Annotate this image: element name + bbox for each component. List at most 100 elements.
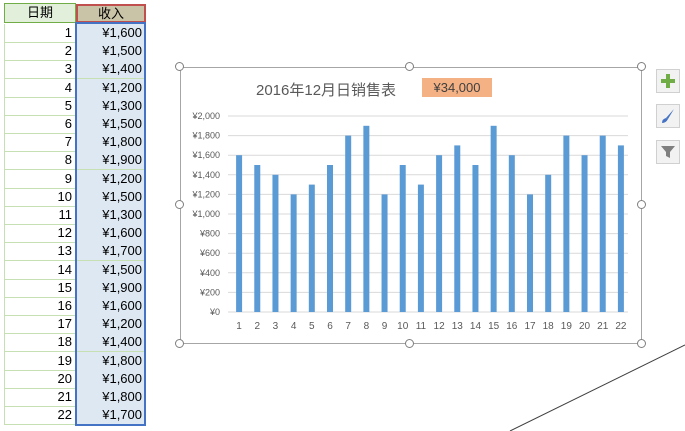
y-tick-label: ¥1,200 [191,189,220,199]
cell-income[interactable]: ¥1,500 [76,115,146,134]
bar[interactable] [399,165,406,312]
cell-income[interactable]: ¥1,900 [76,278,146,298]
resize-handle-left[interactable] [175,200,184,209]
x-tick-label: 10 [397,321,409,332]
brush-icon [662,109,674,123]
cell-day[interactable]: 16 [4,297,76,316]
drawn-line [509,344,685,431]
cell-day[interactable]: 6 [4,115,76,134]
bar[interactable] [599,135,606,312]
resize-handle-bottom-left[interactable] [175,339,184,348]
column-header-day[interactable]: 日期 [4,4,76,23]
cell-day[interactable]: 15 [4,278,76,298]
cell-income[interactable]: ¥1,300 [76,206,146,225]
resize-handle-bottom[interactable] [405,339,414,348]
x-tick-label: 6 [327,321,333,332]
bar[interactable] [472,165,479,312]
x-tick-label: 8 [364,321,370,332]
cell-income[interactable]: ¥1,800 [76,133,146,153]
x-tick-label: 1 [236,321,242,332]
cell-day[interactable]: 14 [4,260,76,280]
x-tick-label: 5 [309,321,315,332]
bar-chart: ¥0 ¥200 ¥400 ¥600 ¥800 ¥1,000 ¥1,200 ¥1,400 ¥1,6… [191,111,628,332]
x-tick-label: 12 [434,321,446,332]
bar[interactable] [527,194,533,312]
cell-income[interactable]: ¥1,600 [76,297,146,316]
bar[interactable] [508,155,515,312]
chart-elements-button[interactable] [656,69,680,93]
cell-income[interactable]: ¥1,500 [76,260,146,280]
cell-income[interactable]: ¥1,700 [76,406,146,426]
resize-handle-top[interactable] [405,62,414,71]
cell-income[interactable]: ¥1,200 [76,169,146,189]
cell-income[interactable]: ¥1,200 [76,78,146,98]
bar[interactable] [454,145,461,312]
bar[interactable] [290,194,297,312]
cell-income[interactable]: ¥1,500 [76,42,146,62]
cell-day[interactable]: 21 [4,388,76,407]
y-tick-label: ¥2,000 [191,111,220,121]
chart-filters-button[interactable] [656,140,680,164]
cell-day[interactable]: 1 [4,24,76,43]
cell-day[interactable]: 2 [4,42,76,62]
y-tick-label: ¥1,800 [191,131,220,141]
y-tick-label: ¥800 [199,229,220,239]
y-tick-label: ¥600 [199,248,220,258]
bar[interactable] [417,184,424,312]
x-tick-label: 3 [273,321,279,332]
cell-day[interactable]: 11 [4,206,76,225]
bar[interactable] [545,174,552,312]
cell-day[interactable]: 13 [4,242,76,262]
bar[interactable] [617,145,624,312]
bar[interactable] [272,174,279,312]
x-tick-label: 13 [452,321,464,332]
y-tick-label: ¥1,600 [191,150,220,160]
cell-income[interactable]: ¥1,200 [76,315,146,335]
plus-icon [661,74,675,88]
cell-income[interactable]: ¥1,500 [76,187,146,207]
bar[interactable] [308,184,315,312]
bar[interactable] [236,155,243,312]
x-tick-label: 4 [291,321,297,332]
cell-income[interactable]: ¥1,900 [76,151,146,171]
cell-day[interactable]: 3 [4,60,76,80]
y-tick-label: ¥200 [199,287,220,297]
column-header-income[interactable]: 收入 [76,4,146,23]
cell-day[interactable]: 22 [4,406,76,426]
y-tick-label: ¥0 [209,307,220,317]
cell-day[interactable]: 7 [4,133,76,153]
cell-day[interactable]: 5 [4,96,76,116]
cell-income[interactable]: ¥1,800 [76,388,146,407]
bar[interactable] [327,165,333,312]
bar[interactable] [563,135,570,312]
bar[interactable] [363,125,370,312]
resize-handle-top-left[interactable] [175,62,184,71]
resize-handle-top-right[interactable] [637,62,646,71]
cell-day[interactable]: 18 [4,333,76,353]
cell-day[interactable]: 10 [4,187,76,207]
bar[interactable] [254,165,261,312]
cell-income[interactable]: ¥1,600 [76,24,146,43]
cell-day[interactable]: 17 [4,315,76,335]
bar[interactable] [345,135,352,312]
resize-handle-right[interactable] [637,200,646,209]
cell-income[interactable]: ¥1,400 [76,60,146,80]
bar[interactable] [581,155,588,312]
cell-income[interactable]: ¥1,700 [76,242,146,262]
cell-day[interactable]: 19 [4,351,76,371]
cell-income[interactable]: ¥1,600 [76,224,146,244]
cell-day[interactable]: 8 [4,151,76,171]
cell-income[interactable]: ¥1,300 [76,96,146,116]
bar[interactable] [381,194,388,312]
cell-day[interactable]: 9 [4,169,76,189]
cell-day[interactable]: 12 [4,224,76,244]
cell-day[interactable]: 4 [4,78,76,98]
y-tick-label: ¥1,400 [191,170,220,180]
cell-income[interactable]: ¥1,800 [76,351,146,371]
chart-styles-button[interactable] [656,104,680,128]
cell-income[interactable]: ¥1,600 [76,369,146,389]
cell-income[interactable]: ¥1,400 [76,333,146,353]
bar[interactable] [436,155,443,312]
cell-day[interactable]: 20 [4,369,76,389]
bar[interactable] [490,125,497,312]
